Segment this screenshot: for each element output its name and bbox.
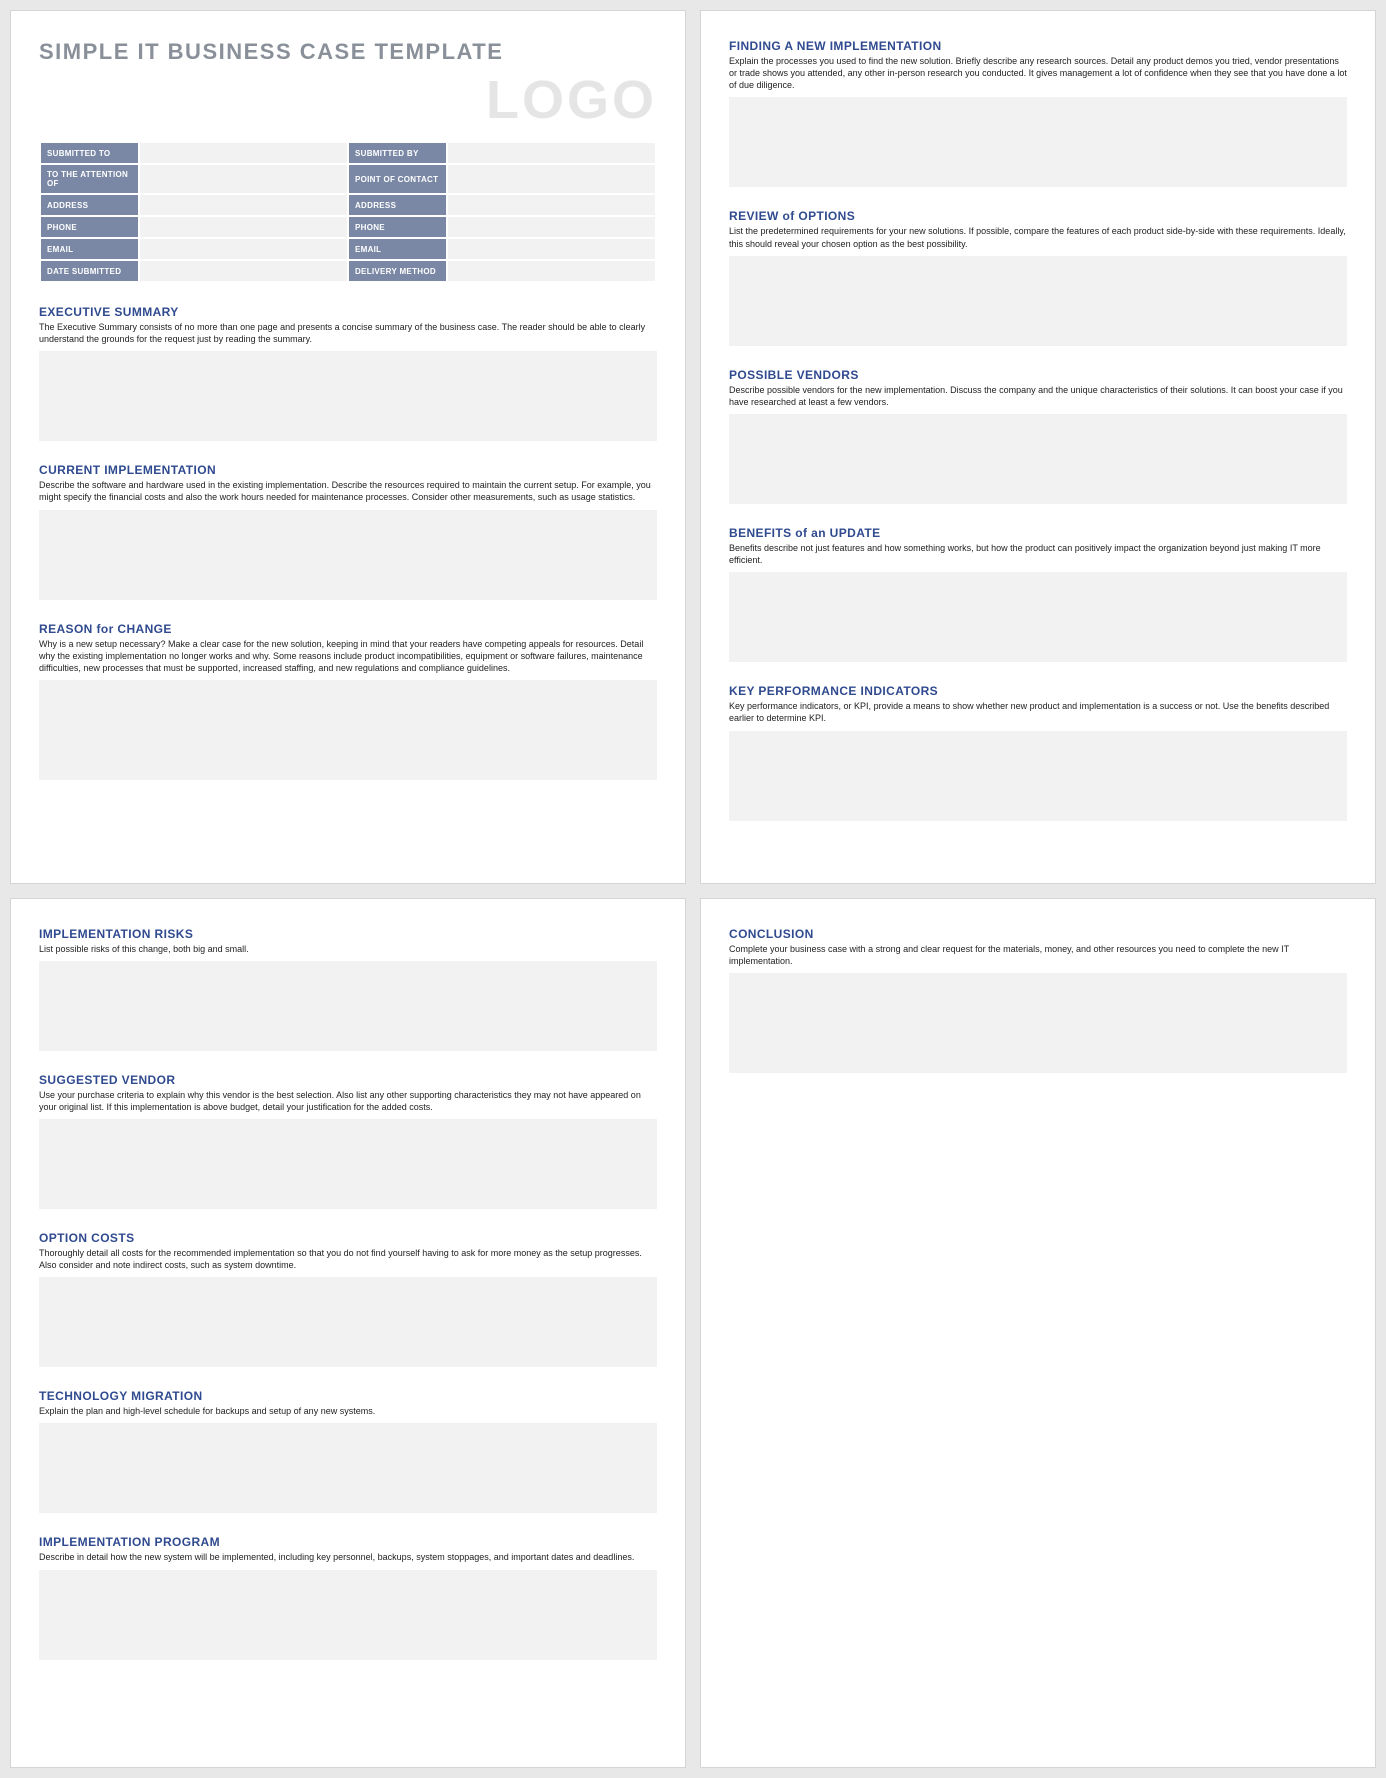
- migration-desc: Explain the plan and high-level schedule…: [39, 1405, 657, 1417]
- reason-head: REASON for CHANGE: [39, 622, 657, 636]
- kpi-head: KEY PERFORMANCE INDICATORS: [729, 684, 1347, 698]
- benefits-desc: Benefits describe not just features and …: [729, 542, 1347, 566]
- meta-v-submitted-by[interactable]: [447, 142, 656, 164]
- meta-k-poc: POINT OF CONTACT: [348, 164, 447, 194]
- section-reason: REASON for CHANGE Why is a new setup nec…: [39, 622, 657, 780]
- reason-desc: Why is a new setup necessary? Make a cle…: [39, 638, 657, 674]
- meta-v-delivery[interactable]: [447, 260, 656, 282]
- section-suggested: SUGGESTED VENDOR Use your purchase crite…: [39, 1073, 657, 1209]
- vendors-head: POSSIBLE VENDORS: [729, 368, 1347, 382]
- meta-v-address-r[interactable]: [447, 194, 656, 216]
- section-migration: TECHNOLOGY MIGRATION Explain the plan an…: [39, 1389, 657, 1513]
- section-find: FINDING A NEW IMPLEMENTATION Explain the…: [729, 39, 1347, 187]
- meta-k-date: DATE SUBMITTED: [40, 260, 139, 282]
- meta-k-phone-r: PHONE: [348, 216, 447, 238]
- page-1: SIMPLE IT BUSINESS CASE TEMPLATE LOGO SU…: [10, 10, 686, 884]
- meta-v-phone-l[interactable]: [139, 216, 348, 238]
- section-exec: EXECUTIVE SUMMARY The Executive Summary …: [39, 305, 657, 441]
- conclusion-input[interactable]: [729, 973, 1347, 1073]
- meta-k-email-r: EMAIL: [348, 238, 447, 260]
- costs-head: OPTION COSTS: [39, 1231, 657, 1245]
- find-input[interactable]: [729, 97, 1347, 187]
- suggested-input[interactable]: [39, 1119, 657, 1209]
- section-review: REVIEW of OPTIONS List the predetermined…: [729, 209, 1347, 345]
- curr-input[interactable]: [39, 510, 657, 600]
- suggested-desc: Use your purchase criteria to explain wh…: [39, 1089, 657, 1113]
- meta-k-email-l: EMAIL: [40, 238, 139, 260]
- suggested-head: SUGGESTED VENDOR: [39, 1073, 657, 1087]
- conclusion-desc: Complete your business case with a stron…: [729, 943, 1347, 967]
- review-desc: List the predetermined requirements for …: [729, 225, 1347, 249]
- doc-title: SIMPLE IT BUSINESS CASE TEMPLATE: [39, 39, 657, 65]
- program-desc: Describe in detail how the new system wi…: [39, 1551, 657, 1563]
- section-vendors: POSSIBLE VENDORS Describe possible vendo…: [729, 368, 1347, 504]
- meta-v-submitted-to[interactable]: [139, 142, 348, 164]
- meta-v-email-r[interactable]: [447, 238, 656, 260]
- meta-k-delivery: DELIVERY METHOD: [348, 260, 447, 282]
- exec-head: EXECUTIVE SUMMARY: [39, 305, 657, 319]
- kpi-desc: Key performance indicators, or KPI, prov…: [729, 700, 1347, 724]
- meta-v-phone-r[interactable]: [447, 216, 656, 238]
- meta-v-date[interactable]: [139, 260, 348, 282]
- migration-input[interactable]: [39, 1423, 657, 1513]
- meta-v-attention[interactable]: [139, 164, 348, 194]
- meta-k-attention: TO THE ATTENTION OF: [40, 164, 139, 194]
- curr-desc: Describe the software and hardware used …: [39, 479, 657, 503]
- meta-table: SUBMITTED TO SUBMITTED BY TO THE ATTENTI…: [39, 141, 657, 283]
- risks-desc: List possible risks of this change, both…: [39, 943, 657, 955]
- vendors-desc: Describe possible vendors for the new im…: [729, 384, 1347, 408]
- meta-v-poc[interactable]: [447, 164, 656, 194]
- meta-v-address-l[interactable]: [139, 194, 348, 216]
- kpi-input[interactable]: [729, 731, 1347, 821]
- migration-head: TECHNOLOGY MIGRATION: [39, 1389, 657, 1403]
- curr-head: CURRENT IMPLEMENTATION: [39, 463, 657, 477]
- logo-placeholder: LOGO: [39, 73, 657, 127]
- review-input[interactable]: [729, 256, 1347, 346]
- section-benefits: BENEFITS of an UPDATE Benefits describe …: [729, 526, 1347, 662]
- risks-head: IMPLEMENTATION RISKS: [39, 927, 657, 941]
- meta-k-address-l: ADDRESS: [40, 194, 139, 216]
- section-risks: IMPLEMENTATION RISKS List possible risks…: [39, 927, 657, 1051]
- benefits-input[interactable]: [729, 572, 1347, 662]
- benefits-head: BENEFITS of an UPDATE: [729, 526, 1347, 540]
- risks-input[interactable]: [39, 961, 657, 1051]
- reason-input[interactable]: [39, 680, 657, 780]
- find-head: FINDING A NEW IMPLEMENTATION: [729, 39, 1347, 53]
- section-program: IMPLEMENTATION PROGRAM Describe in detai…: [39, 1535, 657, 1659]
- section-curr: CURRENT IMPLEMENTATION Describe the soft…: [39, 463, 657, 599]
- program-head: IMPLEMENTATION PROGRAM: [39, 1535, 657, 1549]
- section-costs: OPTION COSTS Thoroughly detail all costs…: [39, 1231, 657, 1367]
- review-head: REVIEW of OPTIONS: [729, 209, 1347, 223]
- section-conclusion: CONCLUSION Complete your business case w…: [729, 927, 1347, 1073]
- meta-k-submitted-to: SUBMITTED TO: [40, 142, 139, 164]
- find-desc: Explain the processes you used to find t…: [729, 55, 1347, 91]
- meta-v-email-l[interactable]: [139, 238, 348, 260]
- meta-k-phone-l: PHONE: [40, 216, 139, 238]
- conclusion-head: CONCLUSION: [729, 927, 1347, 941]
- meta-k-submitted-by: SUBMITTED BY: [348, 142, 447, 164]
- page-2: FINDING A NEW IMPLEMENTATION Explain the…: [700, 10, 1376, 884]
- section-kpi: KEY PERFORMANCE INDICATORS Key performan…: [729, 684, 1347, 820]
- exec-desc: The Executive Summary consists of no mor…: [39, 321, 657, 345]
- costs-input[interactable]: [39, 1277, 657, 1367]
- exec-input[interactable]: [39, 351, 657, 441]
- costs-desc: Thoroughly detail all costs for the reco…: [39, 1247, 657, 1271]
- meta-k-address-r: ADDRESS: [348, 194, 447, 216]
- page-3: IMPLEMENTATION RISKS List possible risks…: [10, 898, 686, 1768]
- page-4: CONCLUSION Complete your business case w…: [700, 898, 1376, 1768]
- vendors-input[interactable]: [729, 414, 1347, 504]
- program-input[interactable]: [39, 1570, 657, 1660]
- page-grid: SIMPLE IT BUSINESS CASE TEMPLATE LOGO SU…: [10, 10, 1376, 1768]
